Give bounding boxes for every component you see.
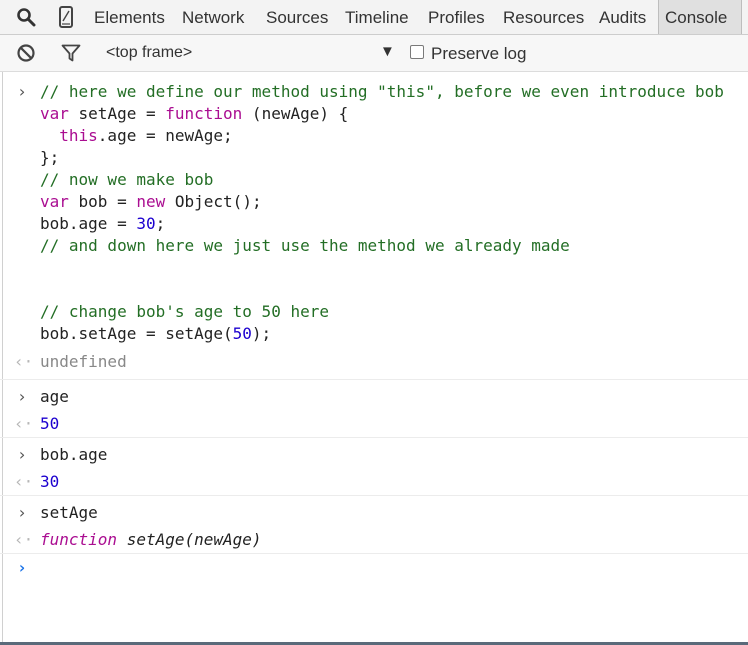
console-prompt-input[interactable]: › bbox=[0, 554, 748, 584]
result-prompt-icon: ‹· bbox=[14, 530, 34, 549]
input-value: age bbox=[40, 387, 69, 406]
function-signature: setAge(newAge) bbox=[126, 530, 262, 549]
console-input-entry: › setAge bbox=[0, 496, 748, 526]
code-line: var bob = new Object(); bbox=[40, 192, 262, 211]
tab-network[interactable]: Network bbox=[182, 0, 244, 34]
frame-selector[interactable]: <top frame> bbox=[106, 44, 192, 62]
code-line: // here we define our method using "this… bbox=[40, 82, 724, 101]
tab-profiles[interactable]: Profiles bbox=[428, 0, 485, 34]
result-prompt-icon: ‹· bbox=[14, 472, 34, 491]
code-line: // change bob's age to 50 here bbox=[40, 302, 329, 321]
result-value: 50 bbox=[40, 414, 60, 433]
tab-console[interactable]: Console bbox=[658, 0, 742, 34]
preserve-log-label[interactable]: Preserve log bbox=[431, 44, 526, 64]
console-result-entry: ‹· function setAge(newAge) bbox=[0, 526, 748, 554]
input-prompt-icon: › bbox=[17, 445, 27, 464]
result-value: undefined bbox=[40, 352, 127, 371]
console-result-entry: ‹· 30 bbox=[0, 468, 748, 496]
devtools-tabbar: Elements Network Sources Timeline Profil… bbox=[0, 0, 748, 35]
tab-resources[interactable]: Resources bbox=[503, 0, 584, 34]
filter-icon[interactable] bbox=[60, 42, 82, 64]
frame-dropdown-arrow-icon[interactable]: ▼ bbox=[380, 43, 395, 60]
code-line: bob.age = 30; bbox=[40, 214, 166, 233]
tab-sources[interactable]: Sources bbox=[266, 0, 328, 34]
console-messages: › // here we define our method using "th… bbox=[0, 72, 748, 584]
tab-elements[interactable]: Elements bbox=[94, 0, 165, 34]
console-input-entry: › bob.age bbox=[0, 438, 748, 468]
tab-audits[interactable]: Audits bbox=[599, 0, 646, 34]
clear-console-icon[interactable] bbox=[15, 42, 37, 64]
input-value: setAge bbox=[40, 503, 98, 522]
function-keyword: function bbox=[40, 530, 118, 549]
console-toolbar: <top frame> ▼ Preserve log bbox=[0, 35, 748, 72]
result-value: function setAge(newAge) bbox=[40, 529, 748, 551]
input-value: bob.age bbox=[40, 445, 108, 464]
console-input-entry: › age bbox=[0, 380, 748, 410]
result-prompt-icon: ‹· bbox=[14, 414, 34, 433]
console-input-entry: › // here we define our method using "th… bbox=[0, 72, 748, 345]
code-line: this.age = newAge; bbox=[59, 126, 233, 145]
input-prompt-icon: › bbox=[17, 82, 27, 101]
console-result-entry: ‹· 50 bbox=[0, 410, 748, 438]
code-line: }; bbox=[40, 148, 60, 167]
input-prompt-icon: › bbox=[17, 387, 27, 406]
code-line: var setAge = function (newAge) { bbox=[40, 104, 349, 123]
preserve-log-checkbox[interactable] bbox=[410, 45, 424, 59]
result-value: 30 bbox=[40, 472, 60, 491]
tab-timeline[interactable]: Timeline bbox=[345, 0, 409, 34]
code-line: bob.setAge = setAge(50); bbox=[40, 324, 272, 343]
input-prompt-icon: › bbox=[17, 503, 27, 522]
device-mode-icon[interactable] bbox=[55, 6, 77, 28]
search-icon[interactable] bbox=[15, 6, 37, 28]
result-prompt-icon: ‹· bbox=[14, 352, 34, 371]
console-result-entry: ‹· undefined bbox=[0, 345, 748, 380]
code-line: // now we make bob bbox=[40, 170, 214, 189]
code-line: // and down here we just use the method … bbox=[40, 236, 570, 255]
active-prompt-icon: › bbox=[17, 558, 27, 577]
